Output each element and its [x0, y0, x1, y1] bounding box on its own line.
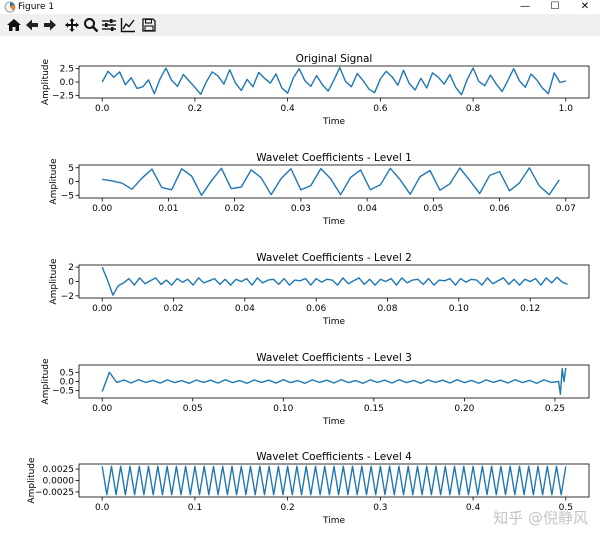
- navigation-toolbar: [0, 14, 600, 37]
- home-icon[interactable]: [6, 17, 22, 33]
- x-axis-label: Time: [322, 117, 345, 127]
- y-tick-label: 0.0000: [43, 477, 75, 487]
- back-icon[interactable]: [24, 17, 40, 33]
- x-tick-label: 0.06: [306, 304, 326, 314]
- x-tick-label: 0.20: [454, 404, 474, 414]
- forward-icon[interactable]: [42, 17, 58, 33]
- y-tick-label: 5: [68, 164, 74, 174]
- x-tick-label: 0.12: [520, 304, 540, 314]
- figure-svg: 0.0 0.2 0.4 0.6 0.8 1.0 −2.5 0.0 2.5 Original Sig…: [27, 53, 590, 526]
- y-tick-label: −5: [61, 191, 74, 201]
- pan-icon[interactable]: [64, 17, 80, 33]
- subplot-1: 0.0 0.2 0.4 0.6 0.8 1.0 −2.5 0.0 2.5 Original Sig…: [41, 53, 590, 127]
- matplotlib-app-icon: [4, 1, 16, 13]
- y-tick-label: 2.5: [60, 65, 74, 75]
- subplot-title: Wavelet Coefficients - Level 1: [256, 152, 412, 164]
- y-tick-label: 0: [68, 278, 74, 288]
- x-tick-label: 0.8: [466, 104, 481, 114]
- x-tick-label: 0.00: [92, 404, 112, 414]
- subplot-3: 0.00 0.02 0.04 0.06 0.08 0.10 0.12 −2 0 2 Wavelet …: [49, 252, 590, 327]
- y-tick-label: 0.0025: [43, 465, 75, 475]
- watermark-text: 知乎 @倪静风: [493, 509, 588, 527]
- x-tick-label: 0.4: [280, 104, 295, 114]
- x-axis-label: Time: [322, 317, 345, 327]
- minimize-button[interactable]: —: [510, 0, 540, 14]
- x-tick-label: 0.0: [95, 503, 110, 513]
- x-axis-label: Time: [322, 516, 345, 526]
- y-tick-label: −2: [61, 292, 74, 302]
- x-tick-label: 0.10: [449, 304, 469, 314]
- x-tick-label: 0.2: [188, 104, 202, 114]
- y-tick-label: −0.0025: [35, 488, 74, 498]
- y-axis-label: Amplitude: [49, 158, 59, 205]
- window-titlebar: Figure 1 — ☐ ✕: [0, 0, 600, 14]
- y-axis-label: Amplitude: [27, 457, 37, 504]
- subplot-title: Wavelet Coefficients - Level 4: [256, 451, 412, 463]
- series-line: [101, 66, 566, 96]
- subplot-title: Wavelet Coefficients - Level 3: [256, 352, 412, 364]
- subplot-title: Wavelet Coefficients - Level 2: [256, 252, 412, 264]
- series-line: [101, 266, 568, 296]
- save-icon[interactable]: [141, 17, 157, 33]
- subplot-2: 0.00 0.01 0.02 0.03 0.04 0.05 0.06 0.07 −5 0 5 Wave…: [49, 152, 590, 227]
- x-tick-label: 0.05: [183, 404, 203, 414]
- y-axis-label: Amplitude: [49, 258, 59, 305]
- x-tick-label: 0.03: [291, 204, 311, 214]
- series-line: [101, 367, 567, 395]
- maximize-button[interactable]: ☐: [540, 0, 570, 14]
- y-tick-label: 0.0: [60, 378, 75, 388]
- y-axis-label: Amplitude: [41, 358, 51, 405]
- x-tick-label: 0.15: [364, 404, 384, 414]
- y-tick-label: −0.5: [52, 387, 74, 397]
- x-tick-label: 0.02: [225, 204, 245, 214]
- close-button[interactable]: ✕: [570, 0, 600, 14]
- x-tick-label: 0.04: [235, 304, 255, 314]
- x-tick-label: 0.3: [373, 503, 387, 513]
- x-tick-label: 0.2: [280, 503, 294, 513]
- x-tick-label: 0.02: [163, 304, 183, 314]
- x-tick-label: 0.10: [273, 404, 293, 414]
- x-tick-label: 0.6: [373, 104, 388, 114]
- x-tick-label: 0.04: [357, 204, 377, 214]
- axes-frame: [78, 164, 590, 199]
- series-line: [102, 167, 560, 197]
- figure-canvas: 0.0 0.2 0.4 0.6 0.8 1.0 −2.5 0.0 2.5 Original Sig…: [0, 36, 600, 542]
- y-tick-label: 0.5: [60, 368, 74, 378]
- x-tick-label: 0.07: [556, 204, 576, 214]
- y-tick-label: −2.5: [52, 91, 74, 101]
- x-tick-label: 0.00: [92, 304, 112, 314]
- x-tick-label: 0.25: [545, 404, 565, 414]
- configure-subplots-icon[interactable]: [101, 17, 117, 33]
- subplot-title: Original Signal: [296, 53, 373, 65]
- y-tick-label: 2: [68, 263, 74, 273]
- y-tick-label: 0: [68, 178, 74, 188]
- x-tick-label: 1.0: [559, 104, 574, 114]
- edit-axis-icon[interactable]: [120, 17, 136, 33]
- x-tick-label: 0.06: [490, 204, 510, 214]
- y-tick-label: 0.0: [60, 78, 75, 88]
- y-axis-label: Amplitude: [41, 58, 51, 105]
- x-tick-label: 0.0: [95, 104, 110, 114]
- x-tick-label: 0.00: [92, 204, 112, 214]
- x-tick-label: 0.01: [158, 204, 178, 214]
- x-axis-label: Time: [322, 417, 345, 427]
- subplot-4: 0.00 0.05 0.10 0.15 0.20 0.25 −0.50.00.5 Wavele…: [41, 352, 590, 427]
- x-tick-label: 0.08: [377, 304, 397, 314]
- zoom-icon[interactable]: [83, 17, 99, 33]
- x-axis-label: Time: [322, 217, 345, 227]
- series-line: [101, 465, 567, 496]
- x-tick-label: 0.1: [188, 503, 202, 513]
- x-tick-label: 0.05: [423, 204, 443, 214]
- window-title: Figure 1: [18, 2, 55, 12]
- x-tick-label: 0.4: [466, 503, 481, 513]
